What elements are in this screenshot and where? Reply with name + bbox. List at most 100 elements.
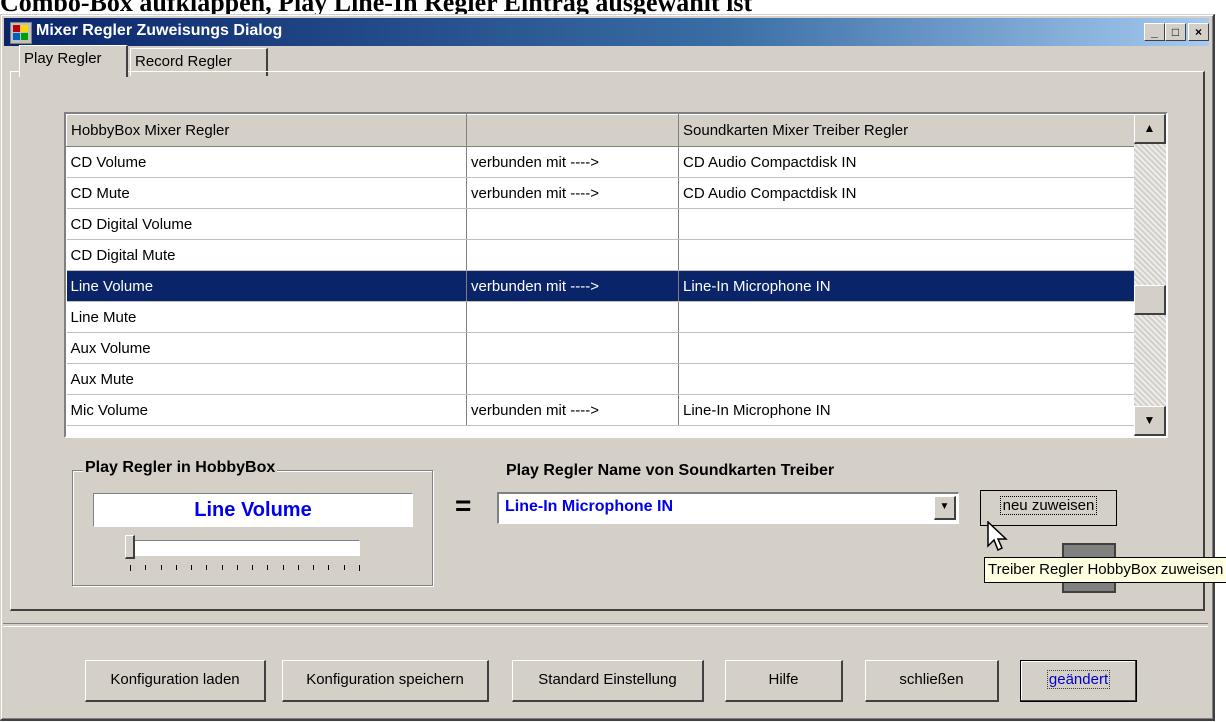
driver-combo-value: Line-In Microphone IN [505, 498, 673, 515]
play-regler-groupbox: Play Regler in HobbyBox Line Volume [72, 459, 433, 586]
maximize-button[interactable]: □ [1165, 23, 1186, 41]
cell-hobbybox: Mic Volume [66, 394, 467, 426]
hobbybox-regler-display: Line Volume [93, 493, 413, 527]
help-label: Hilfe [768, 671, 799, 688]
table-row[interactable]: Aux Mute [66, 363, 1135, 395]
column-header-driver[interactable]: Soundkarten Mixer Treiber Regler [678, 114, 1135, 147]
scroll-thumb[interactable] [1134, 285, 1166, 315]
cell-link: verbunden mit ----> [466, 270, 679, 302]
bottom-separator [3, 623, 1208, 627]
groupbox-legend: Play Regler in HobbyBox [83, 459, 278, 477]
cell-hobbybox: CD Digital Mute [66, 239, 467, 271]
slider-tick [252, 565, 254, 570]
table-row[interactable]: Aux Volume [66, 332, 1135, 364]
maximize-icon: □ [1171, 25, 1180, 39]
slider-tick [359, 565, 360, 571]
slider-tick [236, 565, 238, 570]
slider-tick [145, 565, 147, 570]
volume-slider-track[interactable] [130, 540, 360, 556]
scroll-up-button[interactable]: ▲ [1134, 114, 1166, 144]
close-label: schließen [899, 671, 964, 688]
cell-link [466, 301, 679, 333]
slider-tick [328, 565, 330, 570]
table-row[interactable]: CD Mute verbunden mit ----> CD Audio Com… [66, 177, 1135, 209]
slider-ticks [130, 565, 360, 571]
grid-header-row: HobbyBox Mixer Regler Soundkarten Mixer … [66, 114, 1135, 147]
cell-hobbybox: CD Volume [66, 146, 467, 178]
app-icon [10, 22, 32, 44]
slider-tick [343, 565, 345, 570]
cell-driver: Line-In Microphone IN [678, 394, 1135, 426]
close-button[interactable]: schließen [865, 660, 999, 702]
cell-driver [678, 239, 1135, 271]
load-config-label: Konfiguration laden [110, 671, 240, 688]
cell-hobbybox: Aux Volume [66, 332, 467, 364]
cell-driver: CD Audio Compactdisk IN [678, 146, 1135, 178]
table-row[interactable]: CD Digital Volume [66, 208, 1135, 240]
cell-link: verbunden mit ----> [466, 394, 679, 426]
grid-scrollbar[interactable]: ▲ ▼ [1134, 114, 1166, 436]
cell-link [466, 332, 679, 364]
table-row[interactable]: Mic Volume verbunden mit ----> Line-In M… [66, 394, 1135, 426]
slider-tick [221, 565, 223, 570]
assign-button-label: neu zuweisen [999, 496, 1098, 515]
mouse-cursor-icon [987, 521, 1008, 552]
table-row[interactable]: Line Mute [66, 301, 1135, 333]
tooltip: Treiber Regler HobbyBox zuweisen [984, 557, 1226, 583]
tab-play-regler-label: Play Regler [24, 50, 102, 67]
scroll-down-button[interactable]: ▼ [1134, 406, 1166, 436]
minimize-button[interactable]: _ [1144, 23, 1165, 41]
cell-link: verbunden mit ----> [466, 146, 679, 178]
column-header-hobbybox[interactable]: HobbyBox Mixer Regler [66, 114, 467, 147]
table-row[interactable]: CD Volume verbunden mit ----> CD Audio C… [66, 146, 1135, 178]
slider-tick [267, 565, 269, 570]
close-icon: × [1194, 25, 1202, 39]
chevron-down-icon: ▼ [939, 501, 950, 512]
slider-tick [160, 565, 162, 570]
load-config-button[interactable]: Konfiguration laden [85, 660, 266, 702]
cell-driver [678, 208, 1135, 240]
combo-dropdown-button[interactable]: ▼ [934, 496, 956, 520]
default-settings-label: Standard Einstellung [538, 671, 677, 688]
cell-driver [678, 363, 1135, 395]
cell-link [466, 363, 679, 395]
cell-driver [678, 301, 1135, 333]
tab-play-regler[interactable]: Play Regler [19, 45, 128, 77]
cell-hobbybox: CD Mute [66, 177, 467, 209]
window-title: Mixer Regler Zuweisungs Dialog [36, 22, 283, 39]
title-bar[interactable]: Mixer Regler Zuweisungs Dialog _ □ × [4, 18, 1209, 46]
slider-tick [130, 565, 131, 571]
slider-tick [191, 565, 193, 570]
cell-hobbybox: Aux Mute [66, 363, 467, 395]
assignment-table: HobbyBox Mixer Regler Soundkarten Mixer … [66, 114, 1135, 426]
slider-tick [297, 565, 299, 570]
cell-driver: Line-In Microphone IN [678, 270, 1135, 302]
assignment-grid[interactable]: HobbyBox Mixer Regler Soundkarten Mixer … [64, 112, 1168, 438]
cell-hobbybox: Line Mute [66, 301, 467, 333]
driver-regler-combobox[interactable]: Line-In Microphone IN ▼ [497, 492, 959, 524]
column-header-link[interactable] [466, 114, 679, 147]
slider-tick [175, 565, 177, 570]
table-row-selected[interactable]: Line Volume verbunden mit ----> Line-In … [66, 270, 1135, 302]
arrow-up-icon: ▲ [1143, 121, 1156, 135]
volume-slider-thumb[interactable] [125, 535, 135, 559]
save-config-button[interactable]: Konfiguration speichern [282, 660, 489, 702]
cell-link [466, 208, 679, 240]
changed-label: geändert [1046, 670, 1111, 689]
cell-driver: CD Audio Compactdisk IN [678, 177, 1135, 209]
cell-hobbybox: Line Volume [66, 270, 467, 302]
save-config-label: Konfiguration speichern [306, 671, 464, 688]
cell-link: verbunden mit ----> [466, 177, 679, 209]
driver-combo-label: Play Regler Name von Soundkarten Treiber [506, 462, 835, 479]
close-window-button[interactable]: × [1188, 23, 1209, 41]
changed-button[interactable]: geändert [1020, 660, 1137, 702]
slider-tick [206, 565, 208, 570]
equals-sign: = [455, 490, 472, 521]
cell-driver [678, 332, 1135, 364]
default-settings-button[interactable]: Standard Einstellung [512, 660, 704, 702]
help-button[interactable]: Hilfe [725, 660, 843, 702]
table-row[interactable]: CD Digital Mute [66, 239, 1135, 271]
slider-tick [313, 565, 315, 570]
arrow-down-icon: ▼ [1143, 413, 1156, 427]
slider-tick [282, 565, 284, 570]
